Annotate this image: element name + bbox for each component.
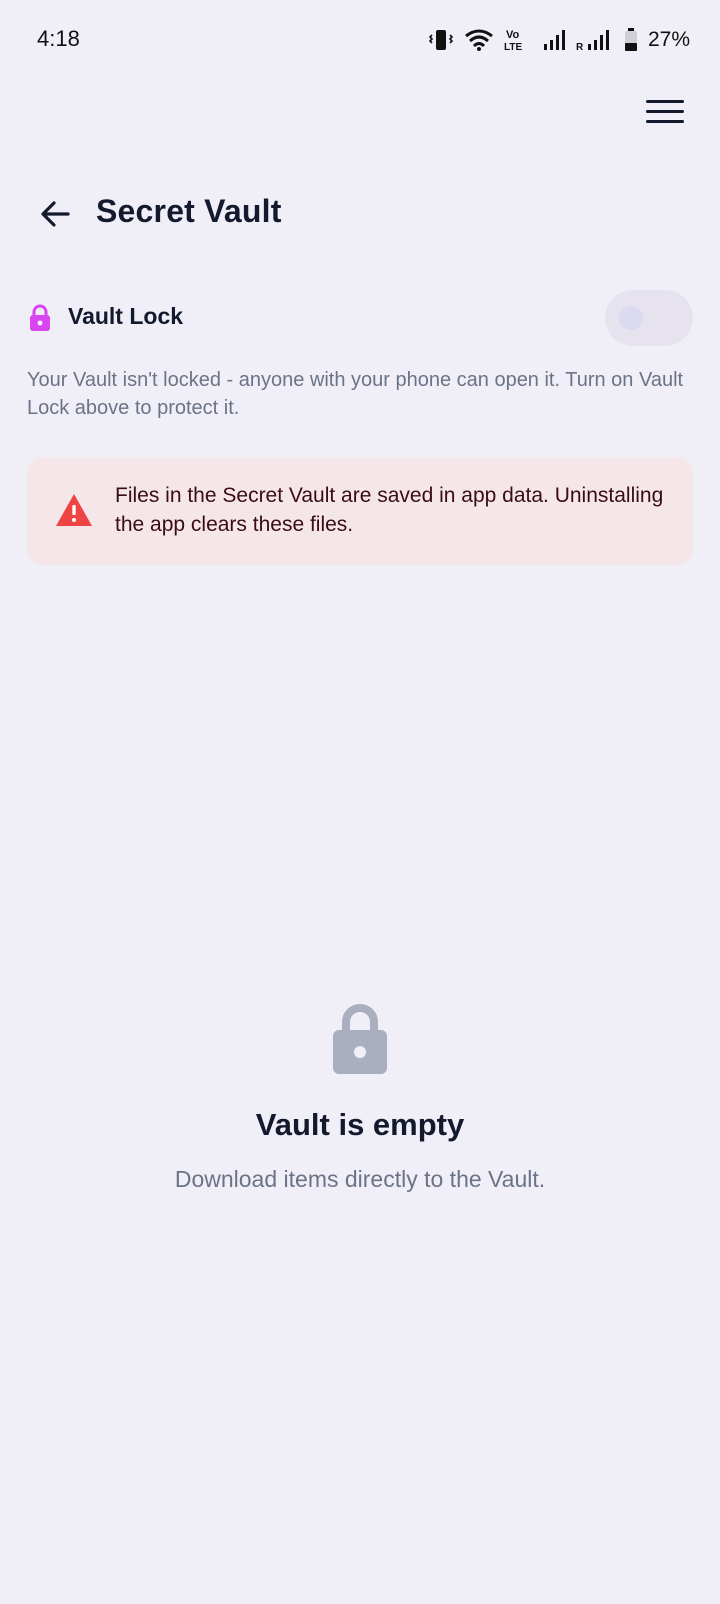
- page-title: Secret Vault: [96, 193, 282, 229]
- battery-icon: [624, 28, 638, 52]
- volte-icon: Vo LTE: [504, 27, 532, 53]
- warning-text: Files in the Secret Vault are saved in a…: [115, 484, 664, 536]
- svg-text:Vo: Vo: [506, 29, 520, 41]
- status-icons: Vo LTE R 27%: [428, 26, 690, 54]
- toggle-knob: [619, 306, 643, 330]
- vault-lock-toggle[interactable]: [605, 290, 693, 346]
- vault-lock-label: Vault Lock: [68, 303, 184, 329]
- svg-text:R: R: [576, 42, 584, 52]
- back-button[interactable]: [38, 196, 74, 232]
- warning-banner: Files in the Secret Vault are saved in a…: [27, 457, 693, 565]
- empty-state-title: Vault is empty: [255, 1107, 465, 1142]
- signal-icon: [542, 28, 566, 52]
- svg-text:LTE: LTE: [504, 42, 522, 53]
- roaming-signal-icon: R: [576, 28, 614, 52]
- status-time: 4:18: [37, 26, 80, 51]
- hamburger-menu-icon[interactable]: [646, 98, 684, 126]
- empty-state-subtitle: Download items directly to the Vault.: [174, 1166, 546, 1192]
- vibrate-icon: [428, 27, 454, 53]
- wifi-icon: [464, 28, 494, 52]
- arrow-left-icon: [41, 201, 70, 227]
- vault-lock-description: Your Vault isn't locked - anyone with yo…: [27, 369, 684, 419]
- status-bar: 4:18 Vo LTE R 27%: [0, 0, 720, 82]
- battery-percentage: 27%: [647, 28, 690, 51]
- warning-triangle-icon: [55, 493, 93, 527]
- lock-icon: [28, 304, 52, 332]
- empty-state-lock-icon: [331, 1000, 389, 1076]
